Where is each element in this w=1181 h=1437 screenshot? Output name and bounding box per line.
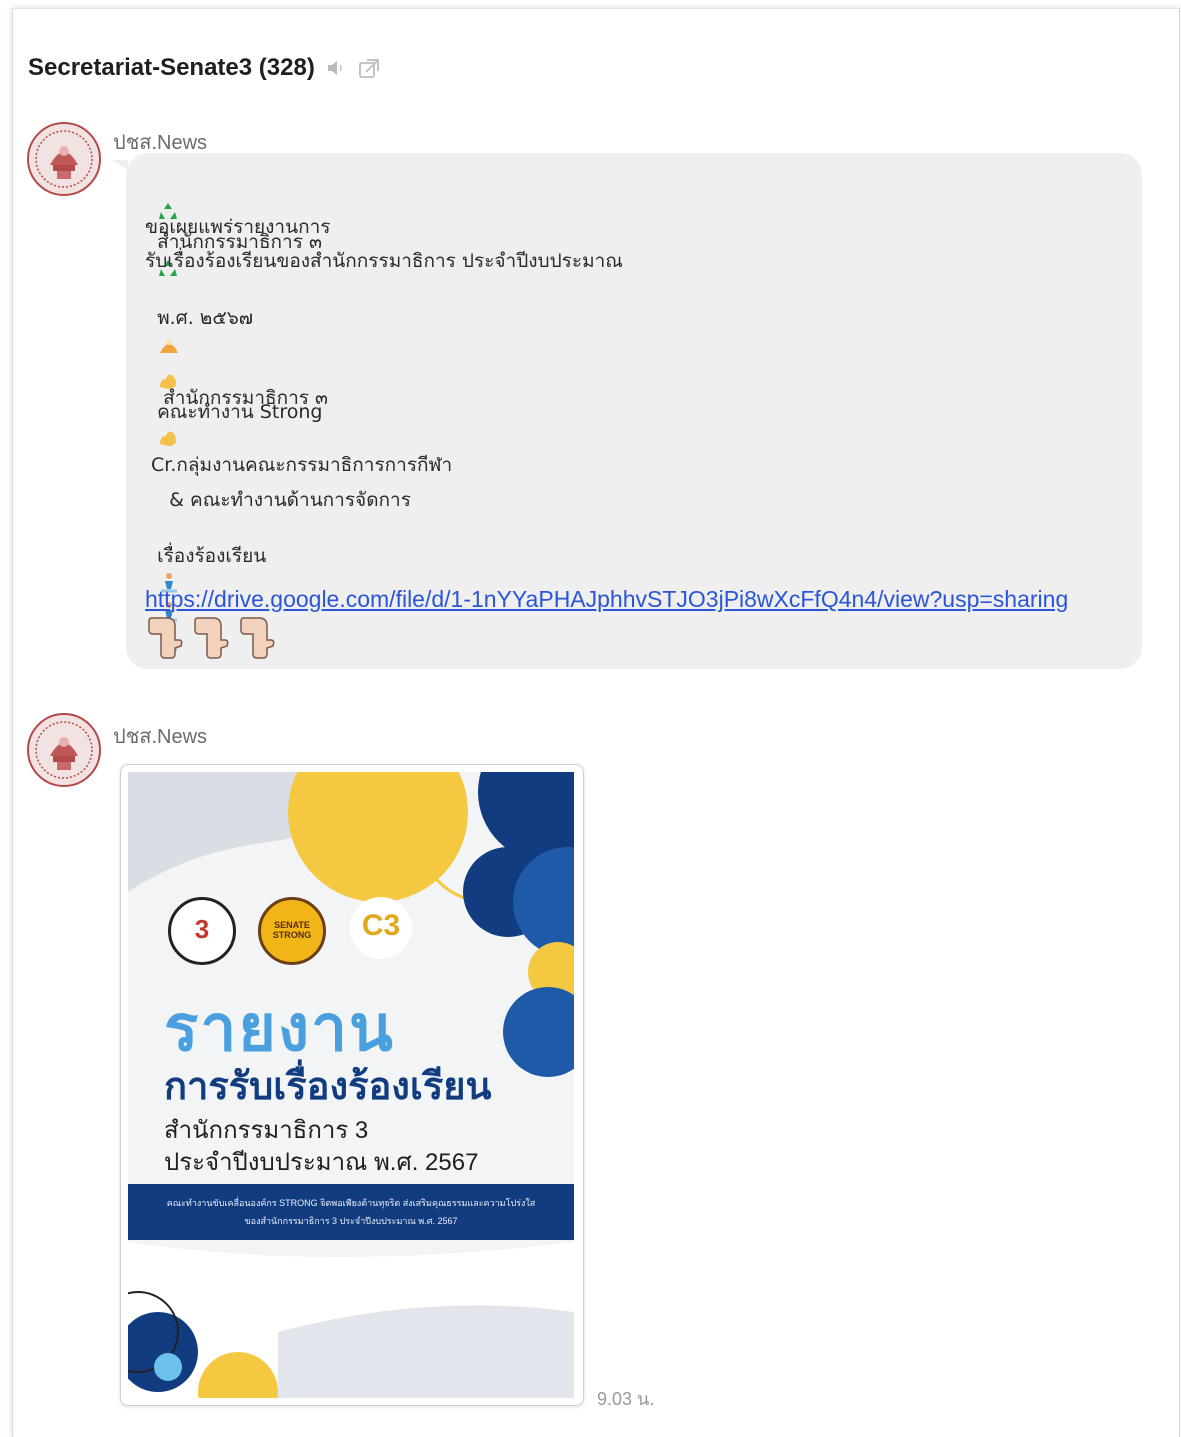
poster-subtitle: การรับเรื่องร้องเรียน — [164, 1066, 492, 1108]
room-title: Secretariat-Senate3 (328) — [28, 54, 315, 81]
poster-band: คณะทำงานขับเคลื่อนองค์กร STRONG จิตพอเพี… — [128, 1184, 574, 1240]
logo-senate-strong: SENATE STRONG — [258, 897, 326, 965]
sender-avatar[interactable] — [26, 712, 102, 788]
drive-link[interactable]: https://drive.google.com/file/d/1-1nYYaP… — [145, 586, 1068, 613]
speaker-icon[interactable] — [325, 57, 347, 79]
pointing-down-hand-icon — [191, 614, 231, 664]
chat-header: Secretariat-Senate3 (328) — [28, 48, 379, 88]
poster-fiscal-year: ประจำปีงบประมาณ พ.ศ. 2567 — [164, 1149, 479, 1176]
report-poster: 3 SENATE STRONG C3 รายงาน การรับเรื่องร้… — [128, 772, 574, 1398]
poster-band-line: คณะทำงานขับเคลื่อนองค์กร STRONG จิตพอเพี… — [166, 1198, 536, 1208]
bubble-tail — [112, 160, 128, 170]
emoji-row — [145, 614, 277, 664]
image-attachment[interactable]: 3 SENATE STRONG C3 รายงาน การรับเรื่องร้… — [120, 764, 584, 1406]
poster-band-line: ของสำนักกรรมาธิการ 3 ประจำปีงบประมาณ พ.ศ… — [244, 1216, 458, 1226]
pointing-down-hand-icon — [237, 614, 277, 664]
sender-avatar[interactable] — [26, 121, 102, 197]
message-line: Cr.กลุ่มงานคณะกรรมาธิการการกีฬา — [145, 454, 453, 476]
message-line: สำนักกรรมาธิการ ๓ — [145, 387, 328, 409]
message-line: ขอเผยแพร่รายงานการ — [145, 216, 331, 238]
message-timestamp: 9.03 น. — [597, 1389, 655, 1409]
external-window-icon[interactable] — [357, 57, 379, 79]
message-line: & คณะทำงานด้านการจัดการ — [145, 489, 411, 511]
logo-committee: 3 — [168, 897, 236, 965]
pointing-down-hand-icon — [145, 614, 185, 664]
message-line: รับเรื่องร้องเรียนของสำนักกรรมาธิการ ประ… — [145, 250, 623, 272]
logo-c3: C3 — [350, 897, 412, 959]
sender-name[interactable]: ปชส.News — [113, 720, 207, 752]
